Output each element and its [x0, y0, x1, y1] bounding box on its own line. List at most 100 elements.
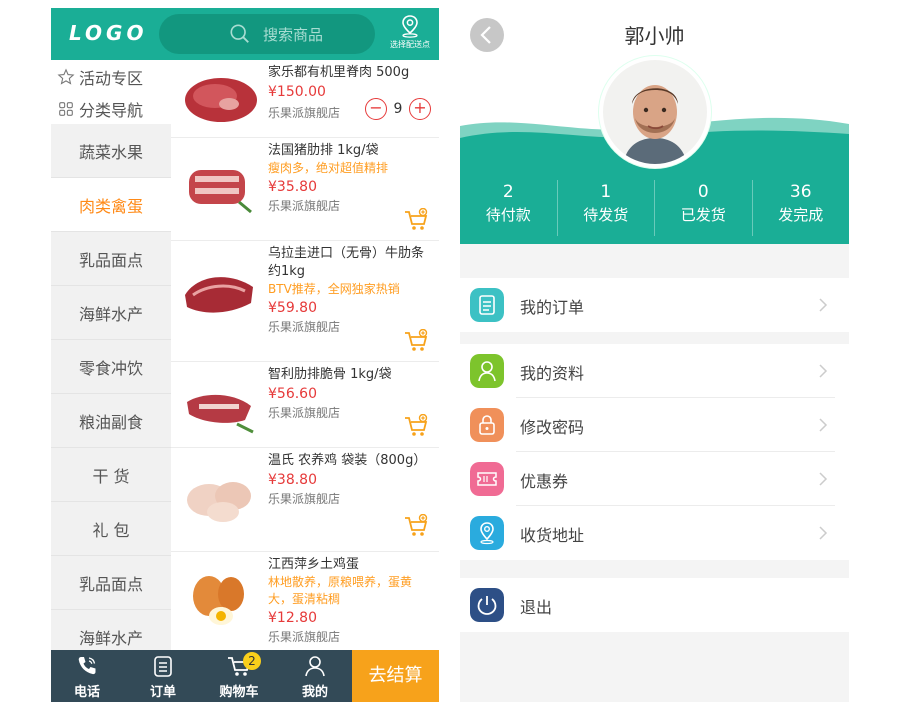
product-image-eggs: [193, 576, 244, 625]
tab-label: 我的: [301, 685, 328, 700]
product-item[interactable]: 法国猪肋排 1kg/袋 瘦肉多，绝对超值精排 ¥35.80 乐果派旗舰店: [171, 138, 439, 241]
stat-shipped[interactable]: 0 已发货: [655, 180, 753, 236]
user-icon: [305, 656, 325, 677]
stat-count: 36: [789, 182, 812, 202]
product-image-pork-loin: [185, 78, 257, 122]
avatar-photo: [603, 60, 707, 164]
star-outline-icon: [57, 68, 75, 85]
logo: LOGO: [69, 21, 148, 45]
sidebar-item-dried-goods[interactable]: 干 货: [51, 448, 171, 502]
product-desc: 林地散养，原粮喂养，蛋黄大，蛋清粘稠: [268, 575, 413, 606]
product-image-beef-ribs: [185, 277, 253, 313]
menu-group-orders: 我的订单: [460, 278, 849, 332]
chevron-right-icon: [819, 526, 828, 540]
add-to-cart-icon[interactable]: [403, 514, 429, 538]
stat-count: 2: [502, 182, 514, 202]
menu-item-my-profile[interactable]: 我的资料: [460, 344, 849, 398]
tab-label: 购物车: [219, 685, 259, 700]
page-title: 郭小帅: [624, 24, 685, 48]
product-name: 江西萍乡土鸡蛋: [268, 557, 360, 572]
stat-pending-payment[interactable]: 2 待付款: [460, 180, 558, 236]
menu-label: 退出: [520, 598, 553, 617]
menu-label: 我的资料: [520, 364, 585, 383]
add-to-cart-icon[interactable]: [403, 208, 429, 232]
stat-count: 1: [600, 182, 612, 202]
chevron-right-icon: [819, 364, 828, 378]
order-icon: [470, 288, 504, 322]
product-item[interactable]: 智利肋排脆骨 1kg/袋 ¥56.60 乐果派旗舰店: [171, 362, 439, 448]
tab-phone[interactable]: 电话: [57, 654, 117, 700]
sidebar-item-category-nav[interactable]: 分类导航: [51, 94, 171, 124]
product-desc: BTV推荐，全网独家热销: [268, 282, 400, 296]
sidebar-item-seafood[interactable]: 海鲜水产: [51, 286, 171, 340]
sidebar-item-snacks[interactable]: 零食冲饮: [51, 340, 171, 394]
stat-label: 发完成: [778, 206, 824, 224]
product-price: ¥59.80: [268, 300, 317, 316]
profile-icon: [470, 354, 504, 388]
coupon-icon: [470, 462, 504, 496]
sidebar-item-dairy[interactable]: 乳品面点: [51, 232, 171, 286]
profile-screen: 郭小帅 2 待付款 1 待发货 0 已发货 36 发完成 我的订单 我的资料 修…: [460, 8, 849, 702]
product-desc: 瘦肉多，绝对超值精排: [268, 161, 389, 175]
location-icon: [470, 516, 504, 550]
bottom-bar: 电话 订单 2 购物车 我的 去结算: [51, 650, 439, 702]
product-name: 温氏 农养鸡 袋装（800g）: [268, 453, 427, 468]
minus-button[interactable]: −: [365, 98, 387, 120]
stat-completed[interactable]: 36 发完成: [753, 180, 850, 236]
search-icon: [230, 24, 249, 43]
tab-me[interactable]: 我的: [285, 654, 345, 700]
product-price: ¥38.80: [268, 472, 317, 488]
menu-item-coupons[interactable]: 优惠券: [460, 452, 849, 506]
sidebar-item-grain-oil[interactable]: 粮油副食: [51, 394, 171, 448]
product-name: 家乐都有机里脊肉 500g: [268, 65, 410, 80]
sidebar-special-label: 分类导航: [79, 101, 144, 120]
lock-icon: [470, 408, 504, 442]
plus-button[interactable]: +: [409, 98, 431, 120]
menu-item-my-orders[interactable]: 我的订单: [460, 278, 849, 332]
order-stats: 2 待付款 1 待发货 0 已发货 36 发完成: [460, 180, 849, 236]
quantity-value: 9: [393, 101, 403, 117]
menu-item-change-password[interactable]: 修改密码: [460, 398, 849, 452]
order-list-icon: [154, 656, 172, 677]
product-item[interactable]: 乌拉圭进口（无骨）牛肋条 约1kg BTV推荐，全网独家热销 ¥59.80 乐果…: [171, 241, 439, 362]
menu-label: 我的订单: [520, 298, 585, 317]
tab-orders[interactable]: 订单: [133, 654, 193, 700]
category-sidebar: 活动专区 分类导航 蔬菜水果 肉类禽蛋 乳品面点 海鲜水产 零食冲饮 粮油副食 …: [51, 60, 171, 664]
product-item[interactable]: 江西萍乡土鸡蛋 林地散养，原粮喂养，蛋黄大，蛋清粘稠 ¥12.80 乐果派旗舰店: [171, 552, 439, 650]
menu-item-logout[interactable]: 退出: [460, 578, 849, 632]
product-name: 法国猪肋排 1kg/袋: [268, 143, 379, 158]
product-item[interactable]: 家乐都有机里脊肉 500g ¥150.00 乐果派旗舰店 − 9 +: [171, 60, 439, 138]
product-image-chicken: [187, 482, 251, 522]
location-button[interactable]: 选择配送点: [385, 14, 435, 56]
menu-label: 修改密码: [520, 418, 585, 437]
menu-group-logout: 退出: [460, 578, 849, 632]
sidebar-item-activity[interactable]: 活动专区: [51, 60, 171, 94]
product-price: ¥56.60: [268, 386, 317, 402]
product-shop: 乐果派旗舰店: [268, 492, 341, 506]
sidebar-item-dairy-2[interactable]: 乳品面点: [51, 556, 171, 610]
menu-item-shipping-address[interactable]: 收货地址: [460, 506, 849, 560]
search-placeholder: 搜索商品: [263, 26, 324, 44]
menu-label: 收货地址: [520, 526, 585, 545]
sidebar-item-meat-eggs[interactable]: 肉类禽蛋: [51, 178, 171, 232]
product-price: ¥35.80: [268, 179, 317, 195]
stat-pending-shipment[interactable]: 1 待发货: [558, 180, 655, 236]
sidebar-item-vegetables[interactable]: 蔬菜水果: [51, 124, 171, 178]
stat-label: 待发货: [583, 206, 629, 224]
chevron-right-icon: [819, 418, 828, 432]
add-to-cart-icon[interactable]: [403, 414, 429, 438]
menu-group-account: 我的资料 修改密码 优惠券 收货地址: [460, 344, 849, 560]
shop-screen: LOGO 搜索商品 选择配送点 活动专区 分类导航 蔬菜水果 肉类禽蛋 乳品面点…: [51, 8, 439, 702]
cart-badge: 2: [243, 652, 261, 670]
search-input[interactable]: 搜索商品: [159, 14, 375, 54]
grid-icon: [59, 102, 73, 116]
tab-cart[interactable]: 2 购物车: [209, 652, 269, 700]
tab-label: 电话: [73, 685, 100, 700]
quantity-stepper: − 9 +: [365, 98, 431, 120]
sidebar-item-gift-pack[interactable]: 礼 包: [51, 502, 171, 556]
checkout-button[interactable]: 去结算: [352, 650, 439, 702]
add-to-cart-icon[interactable]: [403, 329, 429, 353]
sidebar-special-label: 活动专区: [79, 69, 144, 88]
avatar[interactable]: [599, 56, 711, 168]
product-item[interactable]: 温氏 农养鸡 袋装（800g） ¥38.80 乐果派旗舰店: [171, 448, 439, 552]
